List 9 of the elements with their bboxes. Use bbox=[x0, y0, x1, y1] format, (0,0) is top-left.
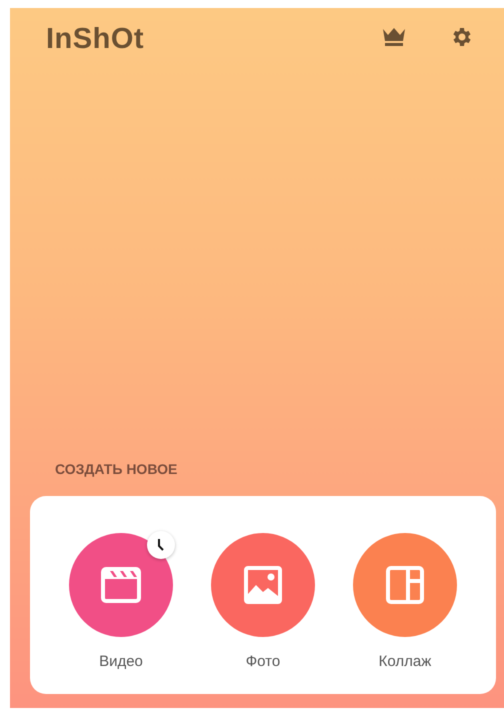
app-logo: InShOt bbox=[46, 22, 144, 56]
item-label: Коллаж bbox=[378, 652, 432, 670]
item-label: Видео bbox=[99, 652, 143, 670]
clapperboard-icon bbox=[101, 566, 141, 602]
item-label: Фото bbox=[246, 652, 280, 670]
section-title: СОЗДАТЬ НОВОЕ bbox=[55, 461, 178, 477]
layout-icon bbox=[386, 566, 424, 604]
crown-icon[interactable] bbox=[382, 27, 406, 47]
image-icon bbox=[244, 566, 282, 604]
